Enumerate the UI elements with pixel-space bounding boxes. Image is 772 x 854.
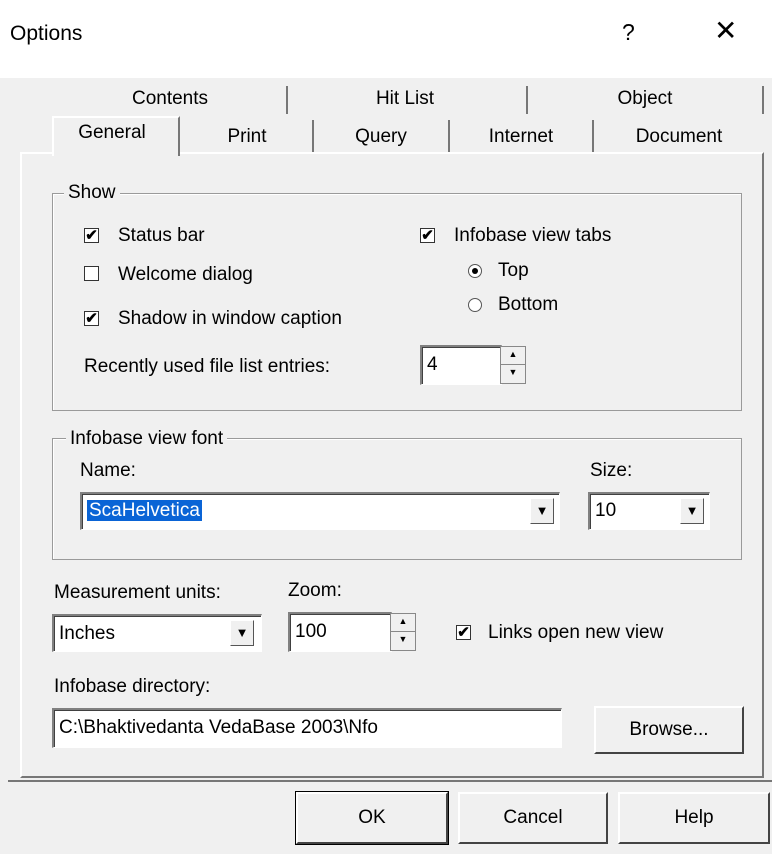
measurement-dropdown-icon[interactable]: ▼ (230, 620, 254, 646)
close-icon[interactable]: ✕ (714, 17, 737, 45)
tab-divider (526, 86, 528, 114)
font-name-dropdown-icon[interactable]: ▼ (530, 498, 554, 524)
ok-button[interactable]: OK (295, 791, 449, 845)
directory-input[interactable]: C:\Bhaktivedanta VedaBase 2003\Nfo (52, 708, 562, 748)
show-group-title: Show (64, 182, 120, 204)
font-size-dropdown-icon[interactable]: ▼ (680, 498, 704, 524)
spin-up-icon[interactable]: ▲ (501, 347, 525, 365)
recent-files-spinner[interactable]: ▲ ▼ (500, 346, 526, 384)
font-name-value: ScaHelvetica (86, 499, 203, 522)
welcome-dialog-label: Welcome dialog (118, 264, 253, 285)
tab-document[interactable]: Document (596, 126, 762, 148)
tab-divider (592, 120, 594, 152)
zoom-input[interactable]: 100 (288, 612, 392, 652)
view-tabs-checkbox[interactable]: ✔ (420, 228, 435, 243)
window-title: Options (10, 22, 83, 45)
radio-bottom[interactable] (468, 298, 482, 312)
radio-top[interactable] (468, 264, 482, 278)
welcome-dialog-checkbox[interactable] (84, 266, 99, 281)
directory-label: Infobase directory: (54, 676, 211, 697)
tab-object[interactable]: Object (530, 88, 760, 110)
radio-bottom-label: Bottom (498, 294, 559, 315)
tab-print[interactable]: Print (186, 126, 308, 148)
radio-top-label: Top (498, 260, 529, 281)
spin-down-icon[interactable]: ▼ (391, 632, 415, 650)
status-bar-checkbox[interactable]: ✔ (84, 228, 99, 243)
recent-files-label: Recently used file list entries: (84, 356, 331, 377)
tab-internet[interactable]: Internet (452, 126, 590, 148)
zoom-label: Zoom: (288, 580, 342, 601)
help-button[interactable]: Help (618, 792, 770, 844)
status-bar-label: Status bar (118, 225, 205, 246)
shadow-caption-checkbox[interactable]: ✔ (84, 311, 99, 326)
browse-button[interactable]: Browse... (594, 706, 744, 754)
spin-down-icon[interactable]: ▼ (501, 365, 525, 383)
recent-files-input[interactable]: 4 (420, 345, 502, 385)
links-checkbox[interactable]: ✔ (456, 625, 471, 640)
font-size-label: Size: (590, 460, 633, 481)
help-icon[interactable]: ? (622, 19, 635, 46)
font-name-label: Name: (80, 460, 136, 481)
tab-query[interactable]: Query (316, 126, 446, 148)
font-name-combobox[interactable]: ScaHelvetica (80, 492, 560, 530)
spin-up-icon[interactable]: ▲ (391, 614, 415, 632)
tab-contents[interactable]: Contents (60, 88, 280, 110)
tab-general[interactable]: General (52, 122, 172, 144)
tab-hit-list[interactable]: Hit List (290, 88, 520, 110)
cancel-button[interactable]: Cancel (458, 792, 608, 844)
font-group-title: Infobase view font (66, 428, 228, 450)
links-label: Links open new view (488, 622, 664, 643)
measurement-label: Measurement units: (54, 582, 221, 603)
tab-divider (448, 120, 450, 152)
view-tabs-label: Infobase view tabs (454, 225, 612, 246)
tab-divider (286, 86, 288, 114)
zoom-spinner[interactable]: ▲ ▼ (390, 613, 416, 651)
title-bar (0, 0, 772, 78)
tab-divider (312, 120, 314, 152)
tab-divider (762, 86, 764, 114)
shadow-caption-label: Shadow in window caption (118, 308, 342, 329)
footer-divider (8, 780, 772, 782)
